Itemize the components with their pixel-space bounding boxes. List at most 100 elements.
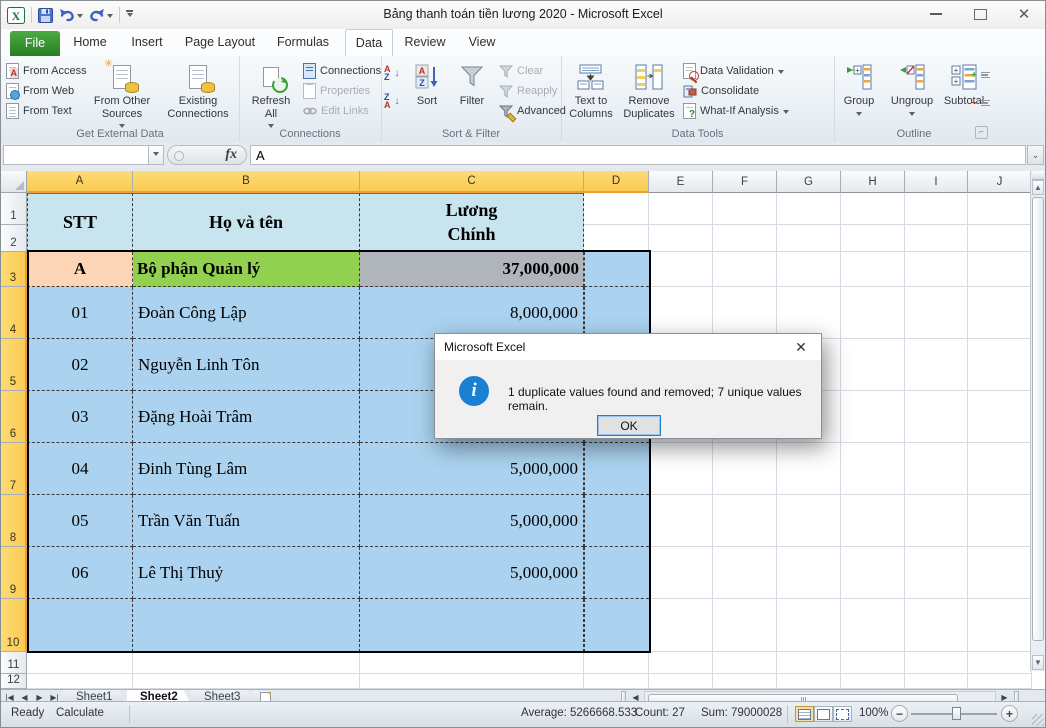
cell-A3[interactable]: A xyxy=(27,252,133,287)
vertical-scroll-thumb[interactable] xyxy=(1032,197,1044,641)
tab-home[interactable]: Home xyxy=(67,29,113,55)
select-all-corner[interactable] xyxy=(1,171,27,193)
cell-C10[interactable] xyxy=(360,599,584,652)
cell-B9[interactable]: Lê Thị Thuỷ xyxy=(133,547,360,599)
row-header-8[interactable]: 8 xyxy=(1,495,27,547)
edit-links-button[interactable]: Edit Links xyxy=(303,102,369,120)
column-header-D[interactable]: D xyxy=(584,171,649,193)
scroll-down-button[interactable]: ▼ xyxy=(1032,655,1044,670)
connections-button[interactable]: Connections xyxy=(303,62,381,80)
tab-data[interactable]: Data xyxy=(345,29,393,57)
dialog-close-button[interactable]: ✕ xyxy=(781,334,821,360)
column-header-B[interactable]: B xyxy=(133,171,360,193)
expand-formula-bar-button[interactable]: ⌄ xyxy=(1027,145,1044,165)
normal-view-button[interactable] xyxy=(795,706,814,722)
worksheet-grid[interactable]: STT Họ và tên Lương Chính ABộ phận Quản … xyxy=(27,193,1032,689)
cell-C9[interactable]: 5,000,000 xyxy=(360,547,584,599)
name-box[interactable] xyxy=(3,145,149,165)
column-header-I[interactable]: I xyxy=(905,171,968,193)
vertical-split-handle[interactable] xyxy=(1032,171,1044,180)
cell-D7[interactable] xyxy=(584,443,649,495)
filter-button[interactable]: Filter xyxy=(451,60,493,136)
what-if-analysis-button[interactable]: ? What-If Analysis xyxy=(683,102,789,120)
close-button[interactable]: ✕ xyxy=(1013,5,1035,23)
sort-button[interactable]: AZ Sort xyxy=(407,60,447,136)
tab-view[interactable]: View xyxy=(459,29,505,55)
tab-insert[interactable]: Insert xyxy=(123,29,171,55)
refresh-all-button[interactable]: Refresh All xyxy=(245,60,297,136)
from-access-button[interactable]: A From Access xyxy=(6,62,87,80)
row-header-12[interactable]: 12 xyxy=(1,674,27,689)
cell-D3[interactable] xyxy=(584,252,649,287)
column-header-E[interactable]: E xyxy=(649,171,713,193)
zoom-level[interactable]: 100% xyxy=(859,707,888,719)
cell-A1-header[interactable]: STT xyxy=(27,193,133,252)
row-header-11[interactable]: 11 xyxy=(1,652,27,674)
name-box-dropdown[interactable] xyxy=(149,145,164,165)
properties-button[interactable]: Properties xyxy=(303,82,370,100)
clear-filter-button[interactable]: Clear xyxy=(499,62,543,80)
row-header-7[interactable]: 7 xyxy=(1,443,27,495)
tab-formulas[interactable]: Formulas xyxy=(267,29,339,55)
cell-B4[interactable]: Đoàn Công Lập xyxy=(133,287,360,339)
group-button[interactable]: + Group xyxy=(836,60,882,136)
cell-A9[interactable]: 06 xyxy=(27,547,133,599)
cell-D4[interactable] xyxy=(584,287,649,339)
page-break-view-button[interactable] xyxy=(833,706,852,722)
status-calculate[interactable]: Calculate xyxy=(56,707,104,719)
remove-duplicates-button[interactable]: Remove Duplicates xyxy=(621,60,677,136)
zoom-slider-thumb[interactable] xyxy=(952,707,961,720)
tab-review[interactable]: Review xyxy=(399,29,451,55)
cell-A6[interactable]: 03 xyxy=(27,391,133,443)
cell-B3[interactable]: Bộ phận Quản lý xyxy=(133,252,360,287)
dialog-ok-button[interactable]: OK xyxy=(597,415,661,436)
tab-file[interactable]: File xyxy=(10,31,60,56)
zoom-out-button[interactable]: − xyxy=(891,705,908,722)
cell-B6[interactable]: Đặng Hoài Trâm xyxy=(133,391,360,443)
ungroup-button[interactable]: Ungroup xyxy=(886,60,938,136)
row-header-9[interactable]: 9 xyxy=(1,547,27,599)
maximize-button[interactable] xyxy=(969,5,991,23)
cell-A10[interactable] xyxy=(27,599,133,652)
sort-z-to-a-button[interactable]: ZA↓ xyxy=(384,92,400,110)
tab-page-layout[interactable]: Page Layout xyxy=(177,29,263,55)
cell-C4[interactable]: 8,000,000 xyxy=(360,287,584,339)
cell-C7[interactable]: 5,000,000 xyxy=(360,443,584,495)
insert-function-button[interactable]: fx xyxy=(167,145,247,165)
cell-B10[interactable] xyxy=(133,599,360,652)
scroll-up-button[interactable]: ▲ xyxy=(1032,180,1044,195)
cell-A8[interactable]: 05 xyxy=(27,495,133,547)
existing-connections-button[interactable]: Existing Connections xyxy=(161,60,235,136)
cell-A4[interactable]: 01 xyxy=(27,287,133,339)
cell-D9[interactable] xyxy=(584,547,649,599)
cell-C1-header[interactable]: Lương Chính xyxy=(360,193,584,252)
cell-D1[interactable] xyxy=(584,193,649,252)
cell-B5[interactable]: Nguyễn Linh Tôn xyxy=(133,339,360,391)
column-header-F[interactable]: F xyxy=(713,171,777,193)
reapply-filter-button[interactable]: Reapply xyxy=(499,82,557,100)
data-validation-button[interactable]: Data Validation xyxy=(683,62,784,80)
cell-C3[interactable]: 37,000,000 xyxy=(360,252,584,287)
column-header-A[interactable]: A xyxy=(27,171,133,193)
column-header-G[interactable]: G xyxy=(777,171,841,193)
vertical-scrollbar[interactable]: ▲ ▼ xyxy=(1030,171,1045,671)
cell-A5[interactable]: 02 xyxy=(27,339,133,391)
row-header-5[interactable]: 5 xyxy=(1,339,27,391)
cell-D10[interactable] xyxy=(584,599,649,652)
cell-D8[interactable] xyxy=(584,495,649,547)
column-header-H[interactable]: H xyxy=(841,171,905,193)
cell-C8[interactable]: 5,000,000 xyxy=(360,495,584,547)
cell-B8[interactable]: Trần Văn Tuấn xyxy=(133,495,360,547)
consolidate-button[interactable]: Consolidate xyxy=(683,82,759,100)
column-header-J[interactable]: J xyxy=(968,171,1032,193)
row-header-3[interactable]: 3 xyxy=(1,252,27,287)
row-header-10[interactable]: 10 xyxy=(1,599,27,652)
page-layout-view-button[interactable] xyxy=(814,706,833,722)
zoom-in-button[interactable]: + xyxy=(1001,705,1018,722)
row-header-4[interactable]: 4 xyxy=(1,287,27,339)
text-to-columns-button[interactable]: Text to Columns xyxy=(565,60,617,136)
cell-B1-header[interactable]: Họ và tên xyxy=(133,193,360,252)
cell-A7[interactable]: 04 xyxy=(27,443,133,495)
from-text-button[interactable]: From Text xyxy=(6,102,72,120)
hide-detail-button[interactable]: − xyxy=(971,94,990,112)
